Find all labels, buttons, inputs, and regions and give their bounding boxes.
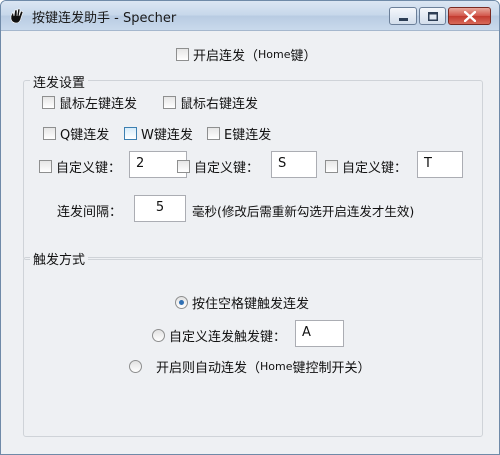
- custom-trigger-label: 自定义连发触发键：: [169, 330, 287, 345]
- enable-repeat-box[interactable]: [176, 48, 189, 61]
- custom-key-1-checkbox[interactable]: 自定义键：: [39, 157, 121, 176]
- custom-key-3-input[interactable]: T: [417, 151, 463, 178]
- repeat-settings-group: 连发设置 鼠标左键连发 鼠标右键连发 Q键连发 W键连发 E键连发 自定义键： …: [23, 72, 483, 260]
- custom-key-2-box[interactable]: [177, 160, 190, 173]
- w-key-box[interactable]: [124, 127, 137, 140]
- app-window: 按键连发助手 - Specher 开启连发（ Home 键） 连发设置 鼠标左键连发: [0, 0, 500, 455]
- mouse-left-checkbox[interactable]: 鼠标左键连发: [42, 93, 137, 112]
- custom-trigger-radio[interactable]: 自定义连发触发键：: [152, 326, 286, 345]
- e-key-label: E键连发: [224, 128, 272, 143]
- close-icon: [464, 11, 476, 22]
- hold-space-radio[interactable]: 按住空格键触发连发: [175, 293, 309, 312]
- auto-repeat-suffix: 键控制开关）: [292, 361, 371, 376]
- mouse-right-checkbox[interactable]: 鼠标右键连发: [163, 93, 258, 112]
- hand-icon: [10, 8, 24, 24]
- custom-trigger-radio-dot[interactable]: [152, 329, 165, 342]
- repeat-settings-legend: 连发设置: [30, 72, 89, 91]
- minimize-button[interactable]: [389, 7, 417, 25]
- minimize-icon: [399, 18, 408, 21]
- custom-key-1-box[interactable]: [39, 160, 52, 173]
- title-bar[interactable]: 按键连发助手 - Specher: [1, 1, 499, 31]
- auto-repeat-label: 开启则自动连发（: [156, 361, 261, 376]
- enable-repeat-key: Home: [258, 48, 291, 61]
- interval-input[interactable]: 5: [134, 195, 186, 222]
- interval-label: 连发间隔：: [57, 205, 123, 220]
- close-button[interactable]: [448, 7, 491, 25]
- custom-key-3-label: 自定义键：: [342, 161, 408, 176]
- mouse-left-label: 鼠标左键连发: [59, 97, 138, 112]
- interval-note: 毫秒(修改后需重新勾选开启连发才生效): [192, 204, 415, 219]
- custom-key-1-label: 自定义键：: [56, 161, 122, 176]
- auto-repeat-radio-dot[interactable]: [129, 360, 142, 373]
- w-key-checkbox[interactable]: W键连发: [124, 124, 193, 143]
- enable-repeat-suffix: 键）: [290, 49, 317, 64]
- custom-key-2-label: 自定义键：: [194, 161, 260, 176]
- auto-repeat-key: Home: [260, 360, 293, 373]
- custom-key-2-input[interactable]: S: [271, 151, 317, 178]
- q-key-label: Q键连发: [60, 128, 110, 143]
- trigger-group: 触发方式 按住空格键触发连发 自定义连发触发键： A 开启则自动连发（ Home 键…: [23, 249, 483, 437]
- window-title: 按键连发助手 - Specher: [32, 11, 177, 26]
- custom-key-2-checkbox[interactable]: 自定义键：: [177, 157, 259, 176]
- w-key-label: W键连发: [141, 128, 193, 143]
- maximize-icon: [428, 12, 438, 21]
- custom-key-3-box[interactable]: [325, 160, 338, 173]
- mouse-left-box[interactable]: [42, 96, 55, 109]
- hold-space-label: 按住空格键触发连发: [192, 297, 310, 312]
- trigger-legend: 触发方式: [30, 249, 89, 268]
- enable-repeat-checkbox[interactable]: 开启连发（ Home 键）: [176, 45, 317, 64]
- custom-trigger-input[interactable]: A: [295, 320, 344, 347]
- q-key-checkbox[interactable]: Q键连发: [43, 124, 109, 143]
- e-key-checkbox[interactable]: E键连发: [207, 124, 271, 143]
- mouse-right-label: 鼠标右键连发: [180, 97, 259, 112]
- q-key-box[interactable]: [43, 127, 56, 140]
- maximize-button[interactable]: [419, 7, 446, 25]
- e-key-box[interactable]: [207, 127, 220, 140]
- mouse-right-box[interactable]: [163, 96, 176, 109]
- custom-key-3-checkbox[interactable]: 自定义键：: [325, 157, 407, 176]
- auto-repeat-radio[interactable]: 开启则自动连发（ Home 键控制开关）: [129, 357, 371, 376]
- hold-space-radio-dot[interactable]: [175, 296, 188, 309]
- window-content: 开启连发（ Home 键） 连发设置 鼠标左键连发 鼠标右键连发 Q键连发 W键连发: [8, 32, 492, 449]
- enable-repeat-label: 开启连发（: [193, 49, 259, 64]
